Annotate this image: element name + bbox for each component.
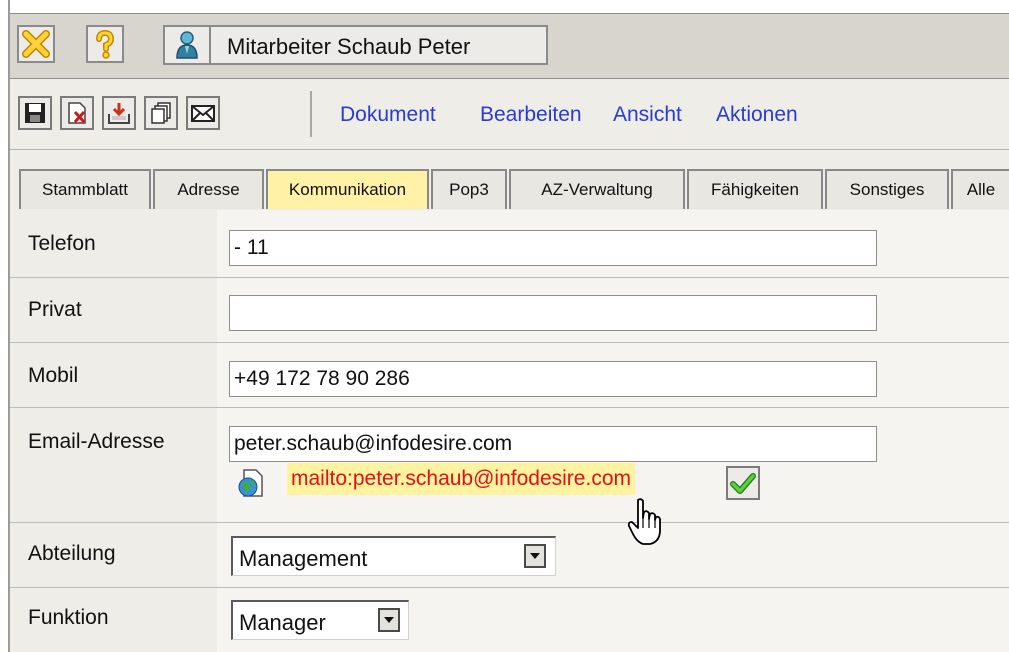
window-titlebar: Mitarbeiter Schaub Peter [10,13,1009,79]
privat-input[interactable] [229,295,877,331]
save-button[interactable] [18,96,52,130]
email-icon [191,105,215,122]
funktion-dropdown-arrow[interactable] [378,608,400,632]
tab-alle[interactable]: Alle [951,169,1009,209]
tab-az-verwaltung[interactable]: AZ-Verwaltung [509,169,685,209]
help-icon [96,29,115,59]
menu-ansicht[interactable]: Ansicht [613,103,682,127]
menu-dokument[interactable]: Dokument [340,103,436,127]
chevron-down-icon [530,553,540,559]
abteilung-dropdown-arrow[interactable] [524,544,546,568]
telefon-label: Telefon [28,232,96,255]
communication-form: Telefon Privat Mobil Email-Adresse mailt… [10,210,1009,652]
window-title-box: Mitarbeiter Schaub Peter [163,25,548,65]
row-divider [10,342,1009,343]
funktion-select[interactable]: Manager [231,600,409,640]
copy-button[interactable] [144,96,178,130]
mobil-input[interactable] [229,361,877,397]
email-label: Email-Adresse [28,430,165,453]
close-button[interactable] [17,25,55,63]
confirm-button[interactable] [726,466,760,500]
funktion-selected-value: Manager [239,610,326,635]
privat-label: Privat [28,298,82,321]
window-title: Mitarbeiter Schaub Peter [227,34,471,59]
save-icon [25,103,45,123]
help-button[interactable] [86,25,124,63]
hand-pointer-cursor-icon [627,498,661,545]
chevron-down-icon [384,617,394,623]
mobil-label: Mobil [28,364,79,387]
abteilung-select[interactable]: Management [231,536,556,576]
abteilung-label: Abteilung [28,542,116,565]
tab-bar: Stammblatt Adresse Kommunikation Pop3 AZ… [10,150,1009,210]
user-icon [176,31,198,59]
abteilung-selected-value: Management [239,546,368,571]
toolbar-divider [310,91,312,137]
copy-icon [151,102,171,124]
checkmark-icon [730,473,756,494]
menu-aktionen[interactable]: Aktionen [716,103,798,127]
tab-pop3[interactable]: Pop3 [431,169,507,209]
email-button[interactable] [186,96,220,130]
close-icon [22,30,50,58]
tab-stammblatt[interactable]: Stammblatt [19,169,151,209]
row-divider [10,522,1009,523]
telefon-input[interactable] [229,230,877,266]
delete-document-button[interactable] [60,96,94,130]
email-input[interactable] [229,426,877,462]
menu-bearbeiten[interactable]: Bearbeiten [480,103,582,127]
import-button[interactable] [102,96,136,130]
mailto-link[interactable]: mailto:peter.schaub@infodesire.com [287,463,635,495]
row-divider [10,277,1009,278]
row-divider [10,587,1009,588]
tab-faehigkeiten[interactable]: Fähigkeiten [687,169,823,209]
delete-document-icon [68,102,86,124]
toolbar: Dokument Bearbeiten Ansicht Aktionen [10,79,1009,150]
tab-kommunikation[interactable]: Kommunikation [266,169,429,209]
import-icon [108,103,130,124]
row-divider [10,407,1009,408]
tab-sonstiges[interactable]: Sonstiges [825,169,949,209]
tab-adresse[interactable]: Adresse [153,169,264,209]
title-separator [209,27,211,63]
document-globe-icon [238,469,263,497]
funktion-label: Funktion [28,606,109,629]
